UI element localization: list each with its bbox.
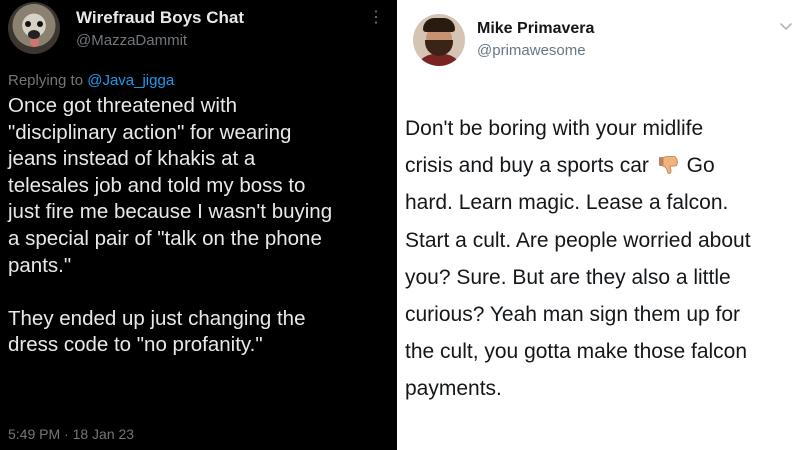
tweet-line: a special pair of "talk on the phone bbox=[8, 226, 322, 250]
tweet-line: you? Sure. But are they also a little bbox=[405, 265, 731, 289]
avatar-hair bbox=[423, 18, 455, 32]
avatar-snout bbox=[28, 30, 40, 39]
tweet-line: Once got threatened with bbox=[8, 94, 238, 117]
tweet-line: just fire me because I wasn't buying bbox=[8, 200, 333, 224]
tweet-line: pants." bbox=[8, 253, 72, 277]
tweet-text: Don't be boring with your midlife crisis… bbox=[405, 110, 797, 408]
replying-prefix: Replying to bbox=[8, 72, 88, 89]
reply-mention-link[interactable]: @Java_jigga bbox=[87, 72, 174, 89]
avatar-tongue bbox=[30, 39, 39, 47]
tweet-card-left: Wirefraud Boys Chat @MazzaDammit ⋮ Reply… bbox=[0, 0, 397, 450]
tweet-line: "disciplinary action" for wearing bbox=[8, 120, 292, 144]
tweet-line-part: crisis and buy a sports car bbox=[405, 154, 649, 178]
user-handle[interactable]: @primawesome bbox=[477, 42, 586, 59]
display-name[interactable]: Wirefraud Boys Chat bbox=[76, 8, 244, 28]
tweet-line-with-emoji: crisis and buy a sports car Go bbox=[405, 147, 797, 184]
tweet-line: dress code to "no profanity." bbox=[8, 333, 263, 357]
tweet-timestamp[interactable]: 5:49 PM · 18 Jan 23 bbox=[8, 426, 134, 442]
thumbs-down-icon bbox=[658, 156, 678, 175]
avatar-left[interactable] bbox=[8, 2, 60, 54]
tweet-card-right: Mike Primavera @primawesome Don't be bor… bbox=[397, 0, 800, 450]
avatar-eye bbox=[37, 21, 43, 27]
tweet-text: Once got threatened with "disciplinary a… bbox=[8, 93, 393, 359]
tweet-line: jeans instead of khakis at a bbox=[8, 147, 256, 171]
tweet-line-part: Go bbox=[686, 154, 715, 178]
replying-to: Replying to @Java_jigga bbox=[8, 72, 174, 89]
tweet-line: curious? Yeah man sign them up for bbox=[405, 303, 741, 327]
user-handle[interactable]: @MazzaDammit bbox=[76, 32, 187, 49]
tweet-line: payments. bbox=[405, 377, 502, 401]
tweet-line: the cult, you gotta make those falcon bbox=[405, 340, 748, 364]
display-name[interactable]: Mike Primavera bbox=[477, 20, 594, 38]
tweet-line: Start a cult. Are people worried about bbox=[405, 228, 751, 252]
tweet-line: hard. Learn magic. Lease a falcon. bbox=[405, 191, 729, 215]
tweet-line: Don't be boring with your midlife bbox=[405, 117, 704, 140]
avatar-right[interactable] bbox=[413, 14, 465, 66]
more-vertical-icon[interactable]: ⋮ bbox=[368, 8, 384, 28]
avatar-eye bbox=[25, 21, 31, 27]
tweet-line: telesales job and told my boss to bbox=[8, 173, 306, 197]
chevron-down-icon[interactable] bbox=[779, 20, 793, 34]
tweet-line: They ended up just changing the bbox=[8, 306, 306, 330]
